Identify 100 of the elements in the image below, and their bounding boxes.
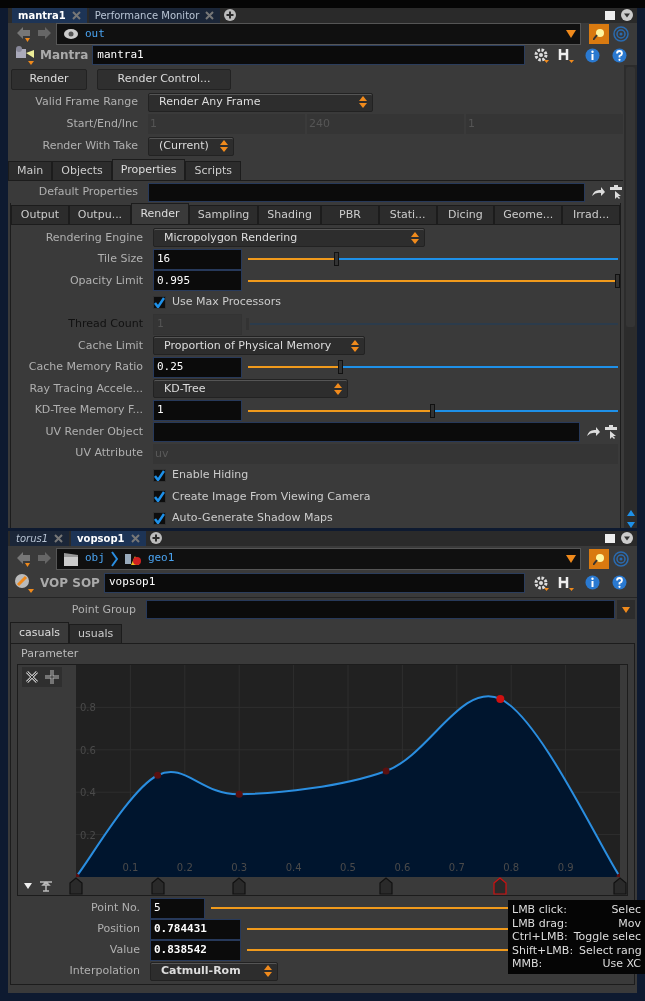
folder-tab[interactable]: Dicing [436, 205, 495, 224]
slider[interactable] [248, 317, 618, 332]
close-icon[interactable] [205, 11, 215, 20]
close-icon[interactable] [130, 534, 140, 544]
node-chooser-icon[interactable] [604, 425, 618, 440]
folder-tab[interactable]: Outpu... [68, 205, 132, 224]
vop-node-icon[interactable] [14, 572, 36, 593]
pane-menu-icon[interactable] [621, 532, 633, 545]
key-marker[interactable] [232, 877, 247, 895]
folder-tab[interactable]: Scripts [185, 161, 242, 180]
checkbox[interactable] [153, 512, 166, 525]
dropdown-menu[interactable]: KD-Tree [153, 379, 348, 399]
slider-thumb[interactable] [615, 274, 620, 288]
add-tab-icon[interactable] [149, 532, 162, 545]
h-logo-icon[interactable] [557, 574, 575, 591]
ramp-point[interactable] [616, 873, 620, 877]
pane-tab[interactable]: torus1 [10, 531, 70, 547]
number-field[interactable]: 16 [153, 248, 242, 270]
pane-menu-icon[interactable] [621, 9, 633, 21]
pane-tab[interactable]: mantra1 [12, 8, 87, 23]
slider-thumb[interactable] [333, 252, 339, 267]
path-field[interactable]: out [56, 23, 581, 45]
path-segment[interactable]: obj [85, 550, 105, 567]
help-icon[interactable] [612, 47, 627, 63]
number-field[interactable]: 0.784431 [150, 919, 241, 940]
folder-tab[interactable]: Shading [258, 205, 322, 224]
ramp-point[interactable] [235, 790, 243, 798]
ramp-point[interactable] [76, 873, 80, 877]
add-tab-icon[interactable] [224, 9, 237, 21]
folder-tab[interactable]: casuals [10, 622, 70, 643]
pin-button[interactable] [589, 24, 609, 44]
jump-arrow-icon[interactable] [586, 427, 600, 438]
settings-icon[interactable] [533, 47, 549, 63]
text-field[interactable] [146, 600, 615, 620]
info-icon[interactable] [585, 47, 600, 63]
settings-icon[interactable] [533, 574, 549, 591]
scroll-down-icon[interactable] [626, 522, 635, 528]
camera-node-icon[interactable] [14, 45, 36, 65]
number-field[interactable]: 5 [150, 898, 205, 919]
slider[interactable] [248, 403, 618, 418]
folder-tab[interactable]: Objects [52, 161, 112, 180]
close-icon[interactable] [71, 11, 81, 20]
scrollbar[interactable] [624, 65, 637, 528]
dropdown-menu[interactable]: Proportion of Physical Memory [153, 336, 365, 356]
folder-tab[interactable]: usuals [69, 624, 123, 643]
slider-thumb[interactable] [430, 403, 435, 418]
dropdown-arrow-icon[interactable] [566, 554, 576, 563]
number-field[interactable]: 1 [153, 400, 242, 422]
node-chooser-icon[interactable] [609, 185, 623, 199]
number-field[interactable]: 0.25 [153, 356, 242, 378]
scroll-up-icon[interactable] [626, 510, 635, 517]
folder-tab[interactable]: Output [11, 205, 69, 224]
delete-key-icon[interactable] [22, 667, 42, 687]
key-marker[interactable] [379, 877, 394, 895]
h-logo-icon[interactable] [557, 47, 575, 63]
dropdown-menu[interactable]: (Current) [148, 136, 234, 156]
key-marker[interactable] [150, 877, 165, 895]
maximize-icon[interactable] [605, 534, 615, 544]
path-field[interactable] [153, 422, 580, 443]
collapse-arrow-icon[interactable] [24, 883, 32, 889]
folder-tab[interactable]: Render [131, 203, 189, 224]
slider[interactable] [248, 274, 618, 288]
key-marker[interactable] [613, 877, 627, 895]
pin-button[interactable] [589, 548, 609, 569]
dropdown-menu[interactable]: Render Any Frame [148, 92, 373, 112]
jump-arrow-icon[interactable] [591, 187, 605, 197]
path-field[interactable] [148, 182, 585, 202]
ramp-point[interactable] [496, 694, 505, 703]
render-button[interactable]: Render [11, 69, 87, 90]
flatten-icon[interactable] [40, 881, 52, 892]
ramp-point[interactable] [154, 771, 162, 779]
slider[interactable] [248, 252, 618, 267]
path-segment[interactable]: out [85, 25, 105, 43]
render-button[interactable]: Render Control... [97, 69, 231, 90]
dropdown-menu[interactable]: Catmull-Rom [150, 962, 278, 981]
folder-tab[interactable]: Stati... [378, 205, 437, 224]
checkbox[interactable] [153, 296, 166, 310]
folder-tab[interactable]: Main [8, 161, 53, 180]
back-arrow-icon[interactable] [16, 26, 32, 42]
path-segment[interactable]: geo1 [147, 550, 175, 567]
folder-tab[interactable]: Irrad... [562, 205, 620, 224]
folder-tab[interactable]: PBR [321, 205, 379, 224]
help-icon[interactable] [612, 575, 627, 590]
dropdown-menu[interactable]: Micropolygon Rendering [153, 228, 425, 248]
folder-tab[interactable]: Properties [111, 159, 186, 180]
folder-tab[interactable]: Geome... [494, 205, 563, 224]
folder-tab[interactable]: Sampling [188, 205, 259, 224]
pane-tab[interactable]: Performance Monitor [88, 8, 221, 23]
key-marker[interactable] [69, 877, 83, 895]
dropdown-arrow-icon[interactable] [566, 30, 576, 38]
info-icon[interactable] [585, 575, 600, 590]
number-field[interactable]: 0.838542 [150, 940, 241, 961]
add-key-icon[interactable] [42, 667, 62, 687]
pane-tab[interactable]: vopsop1 [71, 531, 146, 547]
close-icon[interactable] [54, 534, 64, 544]
checkbox[interactable] [153, 490, 166, 504]
slider-thumb[interactable] [337, 360, 343, 375]
node-name-field[interactable]: mantra1 [92, 45, 525, 65]
dropdown-button[interactable] [617, 600, 635, 620]
ramp-point[interactable] [382, 767, 390, 775]
